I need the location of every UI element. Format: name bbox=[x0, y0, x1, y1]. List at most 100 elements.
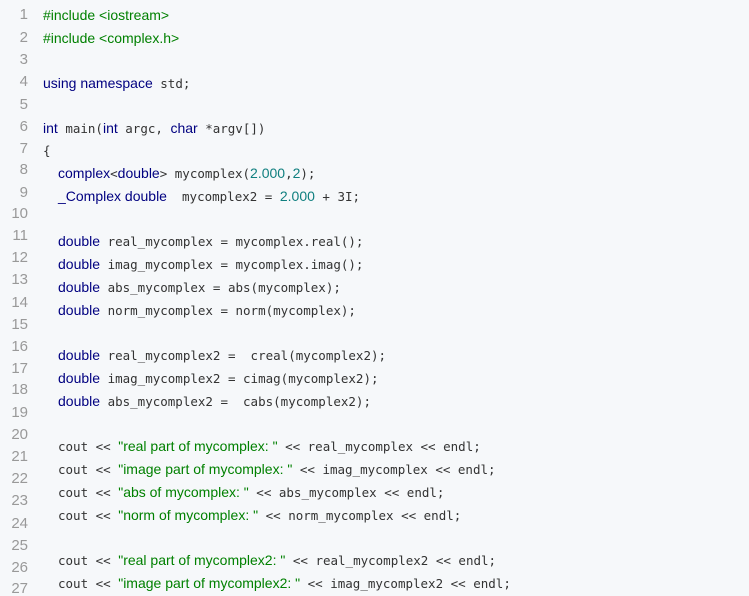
code-token: double bbox=[58, 233, 101, 249]
code-token: "image part of mycomplex: " bbox=[118, 461, 293, 477]
code-token: "abs of mycomplex: " bbox=[118, 484, 249, 500]
line-number: 4 bbox=[19, 73, 28, 90]
line-number: 19 bbox=[11, 404, 28, 421]
code-token: + bbox=[314, 189, 338, 204]
code-line: cout << "real part of mycomplex2: " << r… bbox=[58, 549, 496, 571]
code-line: double norm_mycomplex = norm(mycomplex); bbox=[58, 299, 356, 321]
code-token: < bbox=[110, 166, 118, 181]
code-token: char bbox=[170, 120, 198, 136]
code-token: << imag_mycomplex << endl; bbox=[292, 462, 496, 477]
line-number: 16 bbox=[11, 338, 28, 355]
line-number: 3 bbox=[19, 51, 28, 68]
line-number: 5 bbox=[19, 96, 28, 113]
code-line: double abs_mycomplex = abs(mycomplex); bbox=[58, 276, 341, 298]
code-token: complex bbox=[58, 165, 111, 181]
line-number: 18 bbox=[11, 381, 28, 398]
code-token: cout << bbox=[58, 462, 119, 477]
code-line: cout << "abs of mycomplex: " << abs_myco… bbox=[58, 481, 444, 503]
line-number: 20 bbox=[11, 426, 28, 443]
code-token: 3I bbox=[337, 189, 353, 204]
line-number: 8 bbox=[19, 161, 28, 178]
line-number: 23 bbox=[11, 492, 28, 509]
code-token: norm_mycomplex = norm(mycomplex); bbox=[100, 303, 356, 318]
code-editor[interactable]: 1 2 3 4 5 6 7 8 9 10 11 12 13 14 15 16 17 18 19 20 21 22 23 24 2… bbox=[0, 0, 749, 596]
code-token: real_mycomplex = mycomplex.real(); bbox=[100, 234, 364, 249]
code-line: #include <iostream> bbox=[43, 4, 169, 26]
code-token: cout << bbox=[58, 553, 119, 568]
code-token: cout << bbox=[58, 439, 119, 454]
code-token: << abs_mycomplex << endl; bbox=[248, 485, 445, 500]
code-token: , bbox=[285, 166, 293, 181]
code-line: complex<double> mycomplex(2.000,2); bbox=[58, 162, 315, 184]
code-token: double bbox=[58, 279, 101, 295]
code-line: double abs_mycomplex2 = cabs(mycomplex2)… bbox=[58, 390, 371, 412]
line-number: 11 bbox=[12, 227, 28, 244]
code-token: abs_mycomplex = abs(mycomplex); bbox=[100, 280, 341, 295]
code-token: << real_mycomplex << endl; bbox=[277, 439, 481, 454]
line-number: 1 bbox=[19, 6, 28, 23]
code-token: cout << bbox=[58, 508, 119, 523]
code-token: > mycomplex( bbox=[159, 166, 251, 181]
code-line: double imag_mycomplex = mycomplex.imag()… bbox=[58, 253, 363, 275]
code-token: real_mycomplex2 = creal(mycomplex2); bbox=[100, 348, 387, 363]
code-token: abs_mycomplex2 = cabs(mycomplex2); bbox=[100, 394, 371, 409]
code-token: _Complex bbox=[58, 188, 122, 204]
code-token: "real part of mycomplex2: " bbox=[118, 552, 286, 568]
code-line: cout << "image part of mycomplex2: " << … bbox=[58, 572, 511, 594]
code-token: "norm of mycomplex: " bbox=[118, 507, 259, 523]
line-number-gutter: 1 2 3 4 5 6 7 8 9 10 11 12 13 14 15 16 17 18 19 20 21 22 23 24 2… bbox=[0, 0, 36, 596]
code-token: #include <iostream> bbox=[43, 7, 170, 23]
code-line: double real_mycomplex2 = creal(mycomplex… bbox=[58, 344, 386, 366]
code-line: double real_mycomplex = mycomplex.real()… bbox=[58, 230, 363, 252]
line-number: 2 bbox=[19, 29, 28, 46]
code-token: "image part of mycomplex2: " bbox=[118, 575, 301, 591]
code-token: 2.000 bbox=[279, 188, 315, 204]
line-number: 21 bbox=[11, 448, 28, 465]
line-number: 10 bbox=[11, 205, 28, 222]
line-number: 7 bbox=[19, 140, 28, 157]
code-token: cout << bbox=[58, 576, 119, 591]
code-token: imag_mycomplex = mycomplex.imag(); bbox=[100, 257, 364, 272]
code-line: cout << "real part of mycomplex: " << re… bbox=[58, 435, 481, 457]
code-token: double bbox=[58, 302, 101, 318]
code-token: mycomplex2 = bbox=[166, 189, 280, 204]
code-token: double bbox=[58, 393, 101, 409]
code-line: double imag_mycomplex2 = cimag(mycomplex… bbox=[58, 367, 379, 389]
code-line: cout << "image part of mycomplex: " << i… bbox=[58, 458, 496, 480]
code-token: std; bbox=[152, 76, 191, 91]
code-token: << real_mycomplex2 << endl; bbox=[285, 553, 497, 568]
code-line: #include <complex.h> bbox=[43, 27, 179, 49]
code-token: ; bbox=[352, 189, 361, 204]
line-number: 15 bbox=[11, 316, 28, 333]
code-token: cout << bbox=[58, 485, 119, 500]
code-token: using bbox=[43, 75, 77, 91]
line-number: 22 bbox=[11, 470, 28, 487]
code-token: namespace bbox=[80, 75, 153, 91]
code-token: argc, bbox=[117, 121, 171, 136]
code-token: imag_mycomplex2 = cimag(mycomplex2); bbox=[100, 371, 379, 386]
code-line: { bbox=[43, 139, 51, 161]
line-number: 6 bbox=[19, 118, 28, 135]
code-line: using namespace std; bbox=[43, 72, 190, 94]
code-line: cout << "norm of mycomplex: " << norm_my… bbox=[58, 504, 461, 526]
code-token: double bbox=[124, 188, 167, 204]
line-number: 14 bbox=[11, 294, 28, 311]
line-number: 25 bbox=[11, 537, 28, 554]
code-line: int main(int argc, char *argv[]) bbox=[43, 117, 265, 139]
code-token: << norm_mycomplex << endl; bbox=[258, 508, 462, 523]
code-token: { bbox=[43, 143, 51, 158]
code-token: *argv[]) bbox=[197, 121, 266, 136]
code-token: double bbox=[58, 370, 101, 386]
line-number: 13 bbox=[11, 271, 28, 288]
line-number: 9 bbox=[19, 184, 28, 201]
code-token: << imag_mycomplex2 << endl; bbox=[300, 576, 511, 591]
line-number: 26 bbox=[11, 559, 28, 576]
code-token: 2.000 bbox=[250, 165, 286, 181]
line-number: 17 bbox=[11, 360, 28, 377]
code-token: main( bbox=[57, 121, 103, 136]
code-token: int bbox=[102, 120, 118, 136]
code-line: _Complex double mycomplex2 = 2.000 + 3I; bbox=[58, 185, 360, 207]
line-number: 12 bbox=[11, 249, 28, 266]
code-token: int bbox=[43, 120, 58, 136]
code-token: double bbox=[58, 256, 101, 272]
